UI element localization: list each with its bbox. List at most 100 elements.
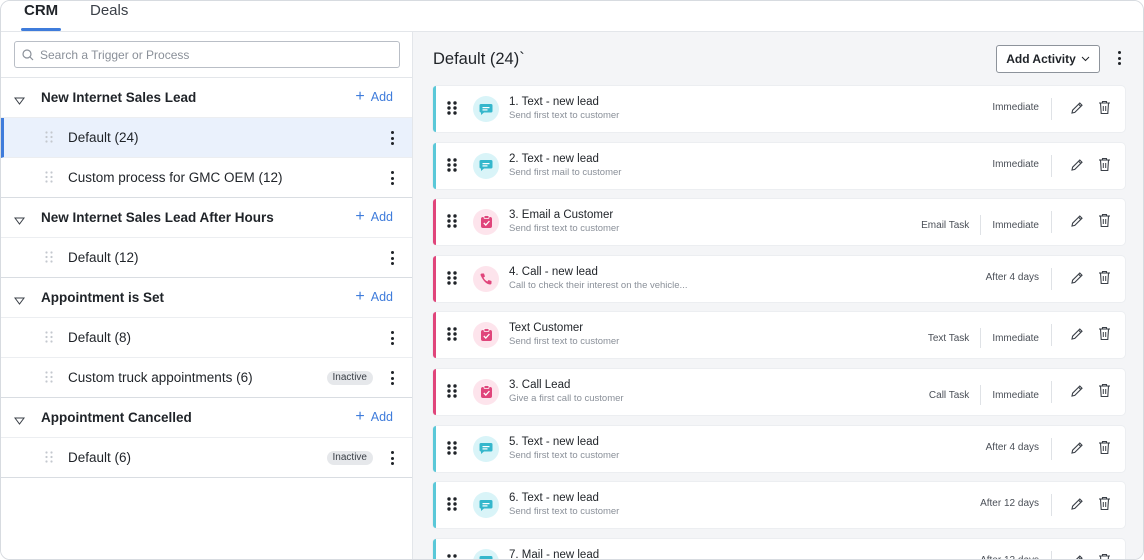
trigger-group-header[interactable]: Appointment is Set + Add (1, 278, 412, 318)
activity-card[interactable]: 3. Call Lead Give a first call to custome… (433, 369, 1125, 415)
activity-timing: After 12 days (980, 555, 1039, 559)
trash-icon[interactable] (1098, 270, 1111, 290)
trigger-group-header[interactable]: New Internet Sales Lead After Hours + Add (1, 198, 412, 238)
edit-icon[interactable] (1070, 101, 1084, 120)
drag-handle-icon[interactable] (45, 251, 53, 266)
process-item[interactable]: Default (6) Inactive (1, 438, 412, 478)
process-item[interactable]: Default (8) (1, 318, 412, 358)
collapse-triangle-icon[interactable] (14, 213, 25, 228)
trigger-sidebar: New Internet Sales Lead + Add Default (24) C… (1, 32, 413, 559)
chat-icon (473, 96, 499, 122)
activity-meta: Call Task Immediate (929, 385, 1039, 405)
trash-icon[interactable] (1098, 213, 1111, 233)
activity-title: 1. Text - new lead (509, 96, 599, 108)
more-options-icon[interactable] (387, 330, 397, 346)
add-process-button[interactable]: + Add (355, 89, 393, 105)
divider (1051, 550, 1052, 559)
process-item[interactable]: Default (24) (1, 118, 412, 158)
activity-color-bar (433, 369, 436, 415)
process-item[interactable]: Default (12) (1, 238, 412, 278)
add-activity-button[interactable]: Add Activity (996, 45, 1100, 73)
activity-card[interactable]: 1. Text - new lead Send first text to cus… (433, 86, 1125, 132)
drag-handle-icon[interactable] (447, 497, 457, 516)
more-options-icon[interactable] (387, 250, 397, 266)
drag-handle-icon[interactable] (45, 451, 53, 466)
drag-handle-icon[interactable] (45, 331, 53, 346)
edit-icon[interactable] (1070, 384, 1084, 403)
trigger-group-header[interactable]: Appointment Cancelled + Add (1, 398, 412, 438)
activity-meta: Immediate (992, 159, 1039, 170)
activity-meta: After 12 days (980, 555, 1039, 559)
phone-icon (473, 265, 499, 292)
process-item[interactable]: Custom process for GMC OEM (12) (1, 158, 412, 198)
task-icon (473, 322, 499, 349)
drag-handle-icon[interactable] (447, 384, 457, 403)
collapse-triangle-icon[interactable] (14, 293, 25, 308)
drag-handle-icon[interactable] (447, 101, 457, 120)
activity-card[interactable]: 4. Call - new lead Call to check their in… (433, 255, 1125, 302)
add-process-button[interactable]: + Add (355, 409, 393, 425)
activity-card[interactable]: 2. Text - new lead Send first mail to cus… (433, 142, 1125, 189)
add-process-button[interactable]: + Add (355, 209, 393, 225)
trash-icon[interactable] (1098, 383, 1111, 403)
app-frame: CRM Deals New Internet Sales Lead + Add Def… (0, 0, 1144, 560)
activity-card[interactable]: Text Customer Send first text to customer… (433, 312, 1125, 359)
drag-handle-icon[interactable] (447, 440, 457, 460)
drag-handle-icon[interactable] (45, 171, 53, 186)
search-icon (22, 48, 34, 60)
trigger-group-name: New Internet Sales Lead After Hours (41, 210, 274, 225)
more-options-icon[interactable] (387, 370, 397, 386)
chat-icon (473, 152, 499, 179)
edit-icon[interactable] (1070, 327, 1084, 346)
trash-icon[interactable] (1098, 553, 1111, 559)
collapse-triangle-icon[interactable] (14, 413, 25, 428)
activity-card[interactable]: 5. Text - new lead Send first text to cus… (433, 425, 1125, 472)
more-options-icon[interactable] (387, 130, 397, 146)
trash-icon[interactable] (1098, 326, 1111, 346)
edit-icon[interactable] (1070, 441, 1084, 460)
drag-handle-icon[interactable] (447, 327, 457, 346)
activity-timing: Immediate (992, 158, 1039, 170)
task-icon (473, 209, 499, 236)
status-badge: Inactive (326, 451, 373, 465)
search-input[interactable] (40, 47, 380, 62)
trigger-group-name: Appointment Cancelled (41, 410, 192, 425)
divider (980, 215, 982, 236)
tab-deals[interactable]: Deals (90, 1, 128, 32)
drag-handle-icon[interactable] (447, 554, 457, 559)
edit-icon[interactable] (1070, 497, 1084, 516)
edit-icon[interactable] (1070, 214, 1084, 233)
add-process-button[interactable]: + Add (355, 289, 393, 305)
activity-card[interactable]: 6. Text - new lead Send first text to cus… (433, 482, 1125, 529)
more-options-icon[interactable] (387, 170, 397, 186)
activity-timing: After 12 days (980, 498, 1039, 510)
drag-handle-icon[interactable] (45, 131, 53, 146)
activity-card[interactable]: 3. Email a Customer Send first text to cu… (433, 199, 1125, 246)
activity-card[interactable]: 7. Mail - new lead After 12 days (433, 538, 1125, 559)
drag-handle-icon[interactable] (447, 157, 457, 177)
trash-icon[interactable] (1098, 440, 1111, 460)
more-options-icon[interactable] (1115, 51, 1123, 69)
edit-icon[interactable] (1070, 158, 1084, 177)
activity-subtitle: Send first text to customer (509, 336, 620, 348)
add-label: Add (370, 90, 393, 104)
search-box (14, 41, 400, 68)
activity-title: 5. Text - new lead (509, 435, 599, 448)
trash-icon[interactable] (1098, 100, 1111, 120)
drag-handle-icon[interactable] (45, 371, 53, 386)
trash-icon[interactable] (1098, 157, 1111, 177)
edit-icon[interactable] (1070, 271, 1084, 290)
divider (1051, 494, 1052, 517)
drag-handle-icon[interactable] (447, 271, 457, 290)
activity-color-bar (433, 199, 436, 246)
process-panel: Default (24)` Add Activity 1. Text - new… (413, 32, 1143, 559)
activity-title: 6. Text - new lead (509, 492, 599, 505)
drag-handle-icon[interactable] (447, 214, 457, 233)
more-options-icon[interactable] (387, 450, 397, 466)
trigger-group-header[interactable]: New Internet Sales Lead + Add (1, 78, 412, 118)
process-name: Custom truck appointments (6) (68, 370, 253, 385)
collapse-triangle-icon[interactable] (14, 93, 25, 108)
process-item[interactable]: Custom truck appointments (6) Inactive (1, 358, 412, 398)
trash-icon[interactable] (1098, 496, 1111, 516)
edit-icon[interactable] (1070, 554, 1084, 559)
